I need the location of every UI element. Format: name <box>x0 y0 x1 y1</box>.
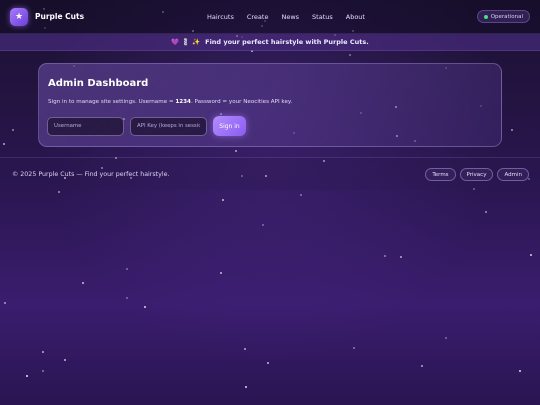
star-dot <box>144 306 146 308</box>
star-dot <box>267 362 269 364</box>
star-dot <box>220 272 222 274</box>
footer-link-admin[interactable]: Admin <box>497 168 529 181</box>
star-dot <box>300 194 302 196</box>
login-form: Sign in <box>47 116 246 136</box>
star-dot <box>262 224 264 226</box>
star-dot <box>519 370 521 372</box>
star-dot <box>421 365 423 367</box>
site-footer: © 2025 Purple Cuts — Find your perfect h… <box>0 157 540 190</box>
star-dot <box>353 347 355 349</box>
status-badge[interactable]: Operational <box>476 10 530 23</box>
starfield-background <box>0 0 540 405</box>
status-dot-icon <box>483 14 488 19</box>
star-dot <box>64 359 66 361</box>
star-dot <box>530 254 532 256</box>
api-key-input[interactable] <box>130 116 207 136</box>
sign-in-button[interactable]: Sign in <box>213 116 246 136</box>
star-dot <box>245 386 247 388</box>
footer-links: Terms Privacy Admin <box>425 168 529 181</box>
star-dot <box>126 268 128 270</box>
star-dot <box>485 211 487 213</box>
star-dot <box>222 199 224 201</box>
star-dot <box>349 54 351 56</box>
star-dot <box>511 129 513 131</box>
star-dot <box>445 337 447 339</box>
nav-link-haircuts[interactable]: Haircuts <box>207 13 234 21</box>
status-label: Operational <box>490 13 523 20</box>
star-dot <box>384 255 386 257</box>
star-dot <box>400 256 402 258</box>
star-dot <box>42 370 44 372</box>
username-input[interactable] <box>47 116 124 136</box>
footer-link-terms[interactable]: Terms <box>425 168 456 181</box>
banner-text: Find your perfect hairstyle with Purple … <box>205 38 369 46</box>
star-dot <box>42 351 44 353</box>
star-dot <box>82 282 84 284</box>
username-hint: 1234 <box>175 99 191 105</box>
top-navigation-bar: ★ Purple Cuts Haircuts Create News Statu… <box>0 0 540 34</box>
admin-description: Sign in to manage site settings. Usernam… <box>48 99 293 105</box>
star-dot <box>3 143 5 145</box>
nav-link-about[interactable]: About <box>346 13 365 21</box>
admin-login-card: Admin Dashboard Sign in to manage site s… <box>38 63 502 147</box>
announcement-banner: 💜 💈 ✨ Find your perfect hairstyle with P… <box>0 34 540 51</box>
nav-link-news[interactable]: News <box>281 13 299 21</box>
footer-link-privacy[interactable]: Privacy <box>459 168 494 181</box>
main-nav: Haircuts Create News Status About <box>207 0 365 34</box>
star-dot <box>4 302 6 304</box>
nav-link-create[interactable]: Create <box>247 13 269 21</box>
brand-name[interactable]: Purple Cuts <box>35 12 84 21</box>
nav-link-status[interactable]: Status <box>312 13 333 21</box>
admin-title: Admin Dashboard <box>48 78 149 89</box>
star-dot <box>26 375 28 377</box>
star-dot <box>58 191 60 193</box>
star-dot <box>235 150 237 152</box>
star-logo-icon[interactable]: ★ <box>10 7 28 26</box>
banner-emoji-icons: 💜 💈 ✨ <box>171 38 201 46</box>
star-dot <box>12 129 14 131</box>
star-dot <box>126 297 128 299</box>
star-dot <box>244 348 246 350</box>
footer-copyright: © 2025 Purple Cuts — Find your perfect h… <box>12 170 170 178</box>
